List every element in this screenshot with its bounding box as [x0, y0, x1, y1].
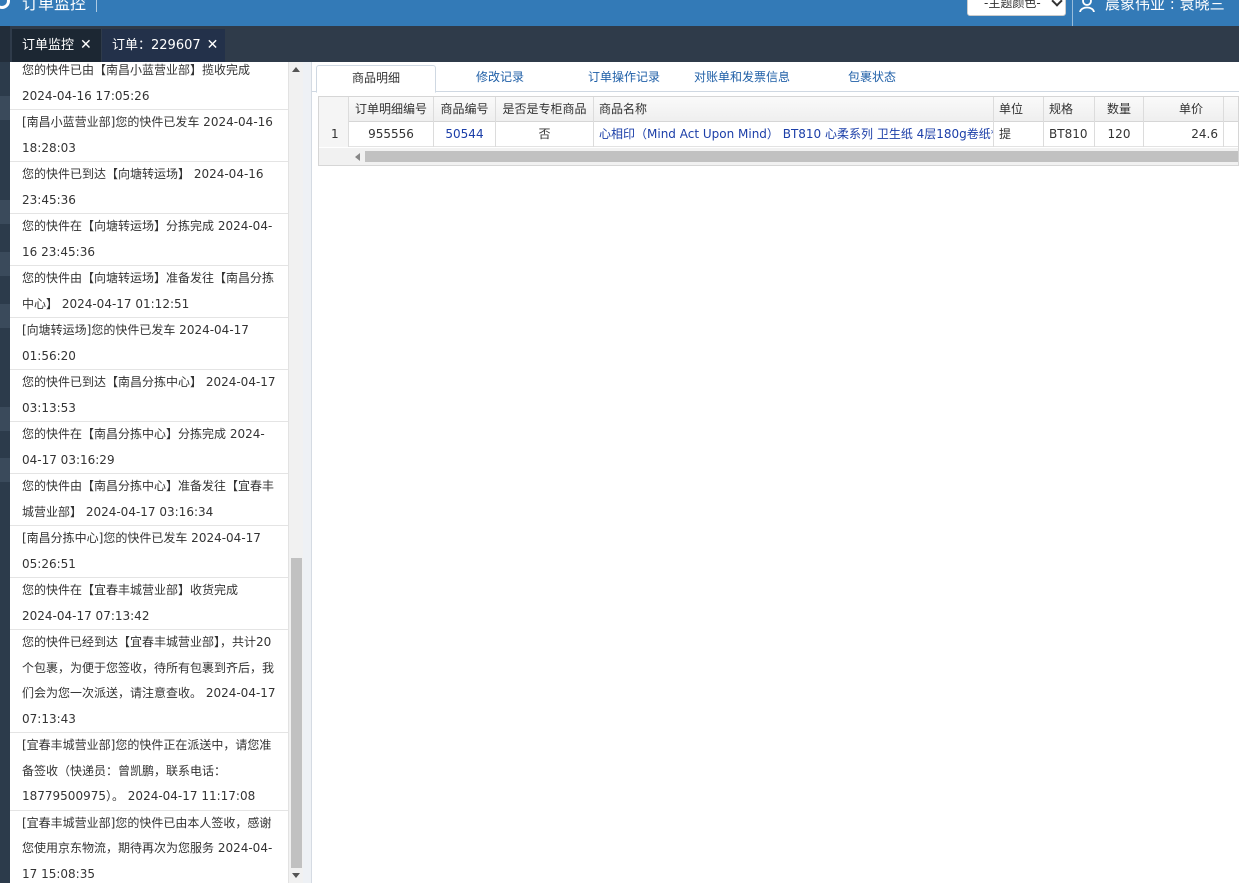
list-item: 您的快件已经到达【宜春丰城营业部】，共计20个包裹，为便于您签收，待所有包裹到齐…	[10, 630, 288, 733]
close-icon[interactable]: ✕	[80, 37, 92, 53]
list-item: 您的快件已到达【向塘转运场】 2024-04-16 23:45:36	[10, 162, 288, 214]
unit-cell: 提	[994, 122, 1044, 147]
theme-color-select[interactable]: -主题颜色-	[967, 0, 1066, 16]
theme-select-value: -主题颜色-	[984, 0, 1041, 10]
column-header[interactable]: 是否是专柜商品	[496, 97, 594, 122]
product-code-link[interactable]: 50544	[434, 122, 496, 147]
app-title: 订单监控	[22, 0, 87, 13]
list-item: 您的快件在【向塘转运场】分拣完成 2024-04-16 23:45:36	[10, 214, 288, 266]
product-name-link[interactable]: 心相印（Mind Act Upon Mind） BT810 心柔系列 卫生纸 4…	[594, 122, 994, 147]
list-item: [南昌分拣中心]您的快件已发车 2024-04-17 05:26:51	[10, 526, 288, 578]
order-detail-panel: 商品明细 修改记录 订单操作记录 对账单和发票信息 包裹状态 订单明细编号 商品…	[312, 62, 1239, 883]
list-item: 您的快件由【南昌分拣中心】准备发往【宜春丰城营业部】 2024-04-17 03…	[10, 474, 288, 526]
column-header[interactable]: 单价	[1144, 97, 1224, 122]
panel-splitter[interactable]	[303, 62, 312, 883]
tab-order-detail[interactable]: 订单：229607 ✕	[102, 29, 225, 62]
user-menu[interactable]: 晨象伟业 : 袁晓三	[1072, 0, 1225, 26]
list-item: [宜春丰城营业部]您的快件正在派送中，请您准备签收（快递员：曾凯鹏，联系电话：1…	[10, 733, 288, 811]
quantity-cell: 120	[1095, 122, 1144, 147]
list-item: 您的快件在【宜春丰城营业部】收货完成 2024-04-17 07:13:42	[10, 578, 288, 630]
tabbar-edge	[0, 26, 10, 62]
column-header[interactable]: 商品名称	[594, 97, 994, 122]
tab-order-operation-log[interactable]: 订单操作记录	[574, 65, 674, 92]
table-header: 订单明细编号 商品编号 是否是专柜商品 商品名称 单位 规格 数量 单价	[319, 97, 1238, 122]
list-item: 您的快件已由【南昌小蓝营业部】揽收完成 2024-04-16 17:05:26	[10, 62, 288, 110]
page-tab-bar: 订单监控 ✕ 订单：229607 ✕	[0, 26, 1239, 62]
column-header[interactable]: 数量	[1095, 97, 1144, 122]
row-filler	[1224, 122, 1238, 147]
row-number: 1	[319, 122, 349, 147]
tab-change-log[interactable]: 修改记录	[452, 65, 548, 92]
list-item: 您的快件由【向塘转运场】准备发往【南昌分拣中心】 2024-04-17 01:1…	[10, 266, 288, 318]
scrollbar-thumb[interactable]	[291, 558, 302, 868]
rownum-header	[319, 97, 349, 122]
price-cell: 24.6	[1144, 122, 1224, 147]
sidebar-block	[0, 407, 10, 431]
sidebar-block	[0, 200, 10, 224]
list-item: [南昌小蓝营业部]您的快件已发车 2024-04-16 18:28:03	[10, 110, 288, 162]
sidebar-collapsed-strip	[0, 62, 10, 883]
spec-cell: BT810	[1044, 122, 1095, 147]
list-item: 您的快件已到达【南昌分拣中心】 2024-04-17 03:13:53	[10, 370, 288, 422]
app-logo-icon	[0, 0, 10, 9]
column-header[interactable]: 订单明细编号	[349, 97, 434, 122]
user-icon	[1079, 0, 1095, 12]
tab-package-status[interactable]: 包裹状态	[824, 65, 920, 92]
counter-flag-cell: 否	[496, 122, 594, 147]
header-divider	[96, 0, 97, 12]
list-item: [向塘转运场]您的快件已发车 2024-04-17 01:56:20	[10, 318, 288, 370]
tab-order-monitor[interactable]: 订单监控 ✕	[12, 29, 101, 62]
sidebar-block	[0, 252, 10, 276]
tab-statement-invoice[interactable]: 对账单和发票信息	[692, 65, 792, 92]
tab-product-detail[interactable]: 商品明细	[316, 65, 436, 93]
column-header[interactable]: 单位	[994, 97, 1044, 122]
sidebar-block	[0, 96, 10, 120]
detail-number-cell: 955556	[349, 122, 434, 147]
top-header: 订单监控 -主题颜色- 晨象伟业 : 袁晓三	[0, 0, 1239, 26]
tab-label: 订单：229607	[112, 38, 201, 53]
list-item: [宜春丰城营业部]您的快件已由本人签收，感谢您使用京东物流，期待再次为您服务 2…	[10, 811, 288, 883]
scrollbar-thumb[interactable]	[365, 151, 1238, 162]
scroll-up-icon[interactable]	[292, 67, 300, 72]
logistics-tracking-list: 您的快件已由【南昌小蓝营业部】揽收完成 2024-04-16 17:05:26 …	[10, 62, 288, 883]
header-filler	[1224, 97, 1238, 122]
user-name: 晨象伟业 : 袁晓三	[1105, 0, 1225, 13]
product-detail-table: 订单明细编号 商品编号 是否是专柜商品 商品名称 单位 规格 数量 单价 1 9…	[318, 96, 1239, 166]
detail-tab-strip: 商品明细 修改记录 订单操作记录 对账单和发票信息 包裹状态	[312, 62, 1239, 93]
column-header[interactable]: 商品编号	[434, 97, 496, 122]
column-header[interactable]: 规格	[1044, 97, 1095, 122]
scroll-left-icon[interactable]	[355, 153, 360, 161]
sidebar-block	[0, 458, 10, 482]
table-horizontal-scrollbar[interactable]	[319, 148, 1238, 165]
table-row[interactable]: 1 955556 50544 否 心相印（Mind Act Upon Mind）…	[319, 122, 1238, 147]
close-icon[interactable]: ✕	[207, 37, 219, 53]
chevron-down-icon	[1051, 0, 1063, 7]
tab-label: 订单监控	[22, 38, 75, 53]
scroll-down-icon[interactable]	[292, 873, 300, 878]
list-item: 您的快件在【南昌分拣中心】分拣完成 2024-04-17 03:16:29	[10, 422, 288, 474]
sidebar-block	[0, 304, 10, 328]
tracking-scrollbar[interactable]	[288, 62, 303, 883]
